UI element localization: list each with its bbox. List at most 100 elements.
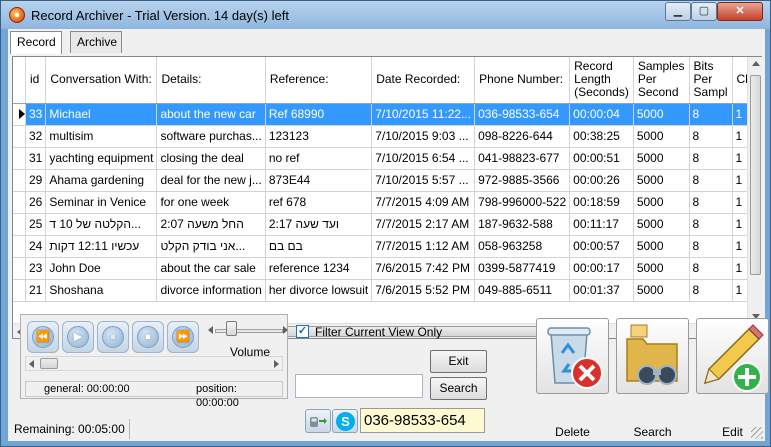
cell-id[interactable]: 24 [25, 235, 47, 258]
cell-sps[interactable]: 5000 [633, 125, 690, 148]
row-header[interactable] [13, 147, 26, 170]
cell-id[interactable]: 21 [25, 279, 47, 302]
cell-phone[interactable]: 098-8226-644 [474, 125, 571, 148]
table-row[interactable]: 26 Seminar in Venice for one week ref 678 7/… [13, 191, 747, 214]
pause-button[interactable]: ⏸ [97, 321, 129, 353]
cell-with[interactable]: עכשיו 12:11 דקות [45, 235, 158, 258]
cell-with[interactable]: yachting equipment [45, 147, 158, 170]
cell-phone[interactable]: 0399-5877419 [474, 257, 571, 280]
search-big-button[interactable] [616, 318, 689, 394]
cell-details[interactable]: closing the deal [156, 147, 266, 170]
cell-bits[interactable]: 8 [689, 257, 733, 280]
delete-button[interactable] [536, 318, 609, 394]
volume-left-arrow-icon[interactable] [208, 326, 213, 334]
position-right-arrow-icon[interactable] [274, 360, 279, 368]
cell-ref[interactable]: ועד שעה 2:17 [265, 213, 373, 236]
position-left-arrow-icon[interactable] [29, 360, 34, 368]
cell-ch[interactable]: 1 [732, 279, 747, 302]
row-header[interactable] [13, 213, 26, 236]
cell-date[interactable]: 7/7/2015 2:17 AM [371, 213, 476, 236]
column-header[interactable]: Conversation With: [45, 57, 158, 104]
cell-with[interactable]: הקלטה של 10 ד... [45, 213, 158, 236]
cell-ch[interactable]: 1 [732, 235, 747, 258]
cell-sps[interactable]: 5000 [633, 279, 690, 302]
cell-length[interactable]: 00:00:26 [569, 169, 634, 192]
cell-sps[interactable]: 5000 [633, 147, 690, 170]
cell-bits[interactable]: 8 [689, 213, 733, 236]
cell-length[interactable]: 00:00:51 [569, 147, 634, 170]
resize-grip-icon[interactable] [751, 427, 763, 439]
table-row[interactable]: 23 John Doe about the car sale reference 12… [13, 257, 747, 280]
cell-phone[interactable]: 049-885-6511 [474, 279, 571, 302]
position-scrollbar[interactable] [25, 356, 283, 371]
records-grid[interactable]: id Conversation With: Details: Reference: Da… [13, 57, 747, 323]
stop-button[interactable]: ⏹ [132, 321, 164, 353]
cell-sps[interactable]: 5000 [633, 191, 690, 214]
edit-button[interactable] [696, 318, 769, 394]
cell-details[interactable]: החל משעה 2:07 [156, 213, 266, 236]
cell-date[interactable]: 7/6/2015 7:42 PM [371, 257, 476, 280]
table-row[interactable]: 21 Shoshana divorce information her divorce… [13, 279, 747, 302]
column-header[interactable]: Bits Per Sampl [689, 57, 733, 104]
grid-vertical-scrollbar[interactable] [747, 57, 762, 323]
cell-with[interactable]: John Doe [45, 257, 158, 280]
cell-date[interactable]: 7/7/2015 1:12 AM [371, 235, 476, 258]
cell-id[interactable]: 33 [25, 103, 47, 126]
search-button[interactable]: Search [430, 377, 487, 400]
cell-sps[interactable]: 5000 [633, 235, 690, 258]
column-header[interactable]: id [25, 57, 47, 104]
cell-length[interactable]: 00:00:17 [569, 257, 634, 280]
cell-ref[interactable]: her divorce lowsuit [265, 279, 373, 302]
cell-details[interactable]: for one week [156, 191, 266, 214]
tab-archive[interactable]: Archive [70, 31, 122, 53]
cell-phone[interactable]: 041-98823-677 [474, 147, 571, 170]
row-header[interactable] [13, 125, 26, 148]
cell-sps[interactable]: 5000 [633, 213, 690, 236]
filter-current-view-label[interactable]: Filter Current View Only [315, 325, 442, 339]
table-row[interactable]: 24 עכשיו 12:11 דקות אני בודק הקלט... בם בם 7… [13, 235, 747, 258]
cell-ref[interactable]: 123123 [265, 125, 373, 148]
column-header[interactable]: Phone Number: [474, 57, 571, 104]
cell-bits[interactable]: 8 [689, 191, 733, 214]
cell-bits[interactable]: 8 [689, 103, 733, 126]
row-header[interactable] [13, 191, 26, 214]
cell-bits[interactable]: 8 [689, 235, 733, 258]
volume-slider-track[interactable] [215, 329, 283, 333]
exit-button[interactable]: Exit [430, 350, 487, 373]
tab-record[interactable]: Record [10, 31, 62, 54]
position-scroll-thumb[interactable] [40, 358, 58, 369]
cell-bits[interactable]: 8 [689, 147, 733, 170]
cell-phone[interactable]: 036-98533-654 [474, 103, 571, 126]
cell-ch[interactable]: 1 [732, 169, 747, 192]
cell-details[interactable]: software purchas... [156, 125, 266, 148]
cell-id[interactable]: 25 [25, 213, 47, 236]
cell-phone[interactable]: 798-996000-522 [474, 191, 571, 214]
cell-length[interactable]: 00:01:37 [569, 279, 634, 302]
cell-date[interactable]: 7/6/2015 5:52 PM [371, 279, 476, 302]
cell-ch[interactable]: 1 [732, 103, 747, 126]
search-input[interactable] [295, 374, 423, 398]
cell-bits[interactable]: 8 [689, 125, 733, 148]
filter-current-view-checkbox[interactable]: ✓ [296, 325, 309, 338]
cell-details[interactable]: about the new car [156, 103, 266, 126]
title-bar[interactable]: Record Archiver - Trial Version. 14 day(… [1, 1, 770, 29]
row-header[interactable] [13, 279, 26, 302]
cell-details[interactable]: divorce information [156, 279, 266, 302]
cell-length[interactable]: 00:18:59 [569, 191, 634, 214]
cell-phone[interactable]: 058-963258 [474, 235, 571, 258]
cell-bits[interactable]: 8 [689, 279, 733, 302]
minimize-button[interactable]: ▁ [665, 2, 691, 21]
cell-date[interactable]: 7/10/2015 11:22... [371, 103, 476, 126]
cell-id[interactable]: 26 [25, 191, 47, 214]
cell-ref[interactable]: 873E44 [265, 169, 373, 192]
cell-ch[interactable]: 1 [732, 257, 747, 280]
row-header[interactable] [13, 169, 26, 192]
column-header[interactable]: Record Length (Seconds) [569, 57, 634, 104]
cell-sps[interactable]: 5000 [633, 169, 690, 192]
table-row[interactable]: 31 yachting equipment closing the deal no r… [13, 147, 747, 170]
cell-sps[interactable]: 5000 [633, 103, 690, 126]
volume-slider-thumb[interactable] [226, 321, 238, 336]
cell-with[interactable]: Ahama gardening [45, 169, 158, 192]
cell-id[interactable]: 31 [25, 147, 47, 170]
cell-ref[interactable]: Ref 68990 [265, 103, 373, 126]
